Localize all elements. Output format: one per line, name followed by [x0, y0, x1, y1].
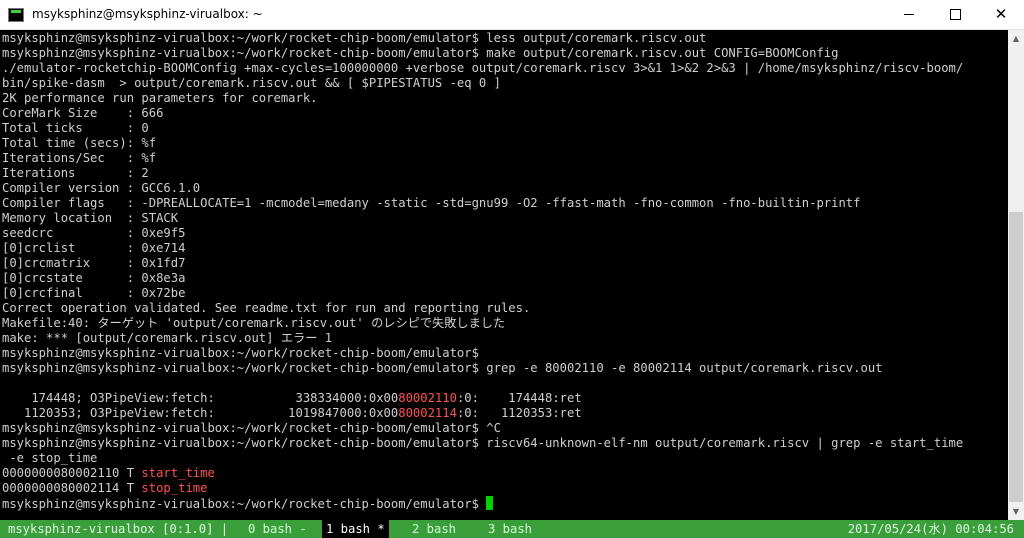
tmux-window-tab-3[interactable]: 3 bash — [484, 520, 536, 538]
tmux-window-tab-2[interactable]: 2 bash — [408, 520, 460, 538]
terminal-line: -e stop_time — [2, 451, 98, 465]
grep-match: 80002110 — [398, 391, 457, 405]
scroll-thumb[interactable] — [1009, 212, 1023, 502]
grep-match: 80002114 — [398, 406, 457, 420]
terminal-line: [0]crcfinal : 0x72be — [2, 286, 186, 300]
session-name: msyksphinz-virualbox [0:1.0] | — [8, 522, 229, 536]
grep-result-suffix: :0: 174448:ret — [456, 391, 582, 405]
tmux-window-tab-1[interactable]: 1 bash * — [322, 520, 389, 538]
terminal-line: msyksphinz@msyksphinz-virualbox:~/work/r… — [2, 361, 883, 375]
close-button[interactable]: ✕ — [978, 0, 1024, 29]
scroll-up-arrow-icon[interactable]: ▲ — [1008, 30, 1024, 47]
terminal-line: CoreMark Size : 666 — [2, 106, 164, 120]
terminal-line: make: *** [output/coremark.riscv.out] エラ… — [2, 331, 333, 345]
terminal-window: msyksphinz@msyksphinz-virualbox: ~ ✕ msy… — [0, 0, 1024, 538]
terminal-line: msyksphinz@msyksphinz-virualbox:~/work/r… — [2, 421, 501, 435]
terminal-line: bin/spike-dasm > output/coremark.riscv.o… — [2, 76, 501, 90]
terminal-line: Compiler flags : -DPREALLOCATE=1 -mcmode… — [2, 196, 861, 210]
grep-result-line: 1120353; O3PipeView:fetch: 1019847000:0x… — [2, 406, 582, 421]
title-bar[interactable]: msyksphinz@msyksphinz-virualbox: ~ ✕ — [0, 0, 1024, 30]
symbol-line: 0000000080002114 T stop_time — [2, 481, 207, 496]
symbol-name: start_time — [141, 466, 215, 480]
terminal-line: 2K performance run parameters for corema… — [2, 91, 318, 105]
terminal-line: Iterations/Sec : %f — [2, 151, 157, 165]
terminal-line: msyksphinz@msyksphinz-virualbox:~/work/r… — [2, 46, 839, 60]
close-icon: ✕ — [994, 5, 1008, 23]
terminal-line: [0]crcmatrix : 0x1fd7 — [2, 256, 186, 270]
terminal-line: msyksphinz@msyksphinz-virualbox:~/work/r… — [2, 436, 964, 450]
terminal-line: msyksphinz@msyksphinz-virualbox:~/work/r… — [2, 346, 479, 360]
terminal-line: [0]crclist : 0xe714 — [2, 241, 186, 255]
tmux-window-tab-0[interactable]: 0 bash - — [244, 520, 311, 538]
status-datetime: 2017/05/24(水) 00:04:56 — [847, 522, 1014, 536]
grep-result-line: 174448; O3PipeView:fetch: 338334000:0x00… — [2, 391, 582, 406]
minimize-button[interactable] — [886, 0, 932, 29]
terminal-line: Iterations : 2 — [2, 166, 149, 180]
prompt-text: msyksphinz@msyksphinz-virualbox:~/work/r… — [2, 497, 487, 511]
tmux-status-bar: msyksphinz-virualbox [0:1.0] | 0 bash - … — [0, 520, 1024, 538]
terminal-line: [0]crcstate : 0x8e3a — [2, 271, 186, 285]
terminal-line: Makefile:40: ターゲット 'output/coremark.risc… — [2, 316, 506, 330]
maximize-icon — [949, 9, 961, 20]
prompt-line[interactable]: msyksphinz@msyksphinz-virualbox:~/work/r… — [2, 496, 494, 511]
terminal-line: msyksphinz@msyksphinz-virualbox:~/work/r… — [2, 31, 707, 45]
terminal-app-icon — [8, 8, 24, 22]
scroll-down-arrow-icon[interactable]: ▼ — [1008, 503, 1024, 520]
terminal-line: Compiler version : GCC6.1.0 — [2, 181, 201, 195]
symbol-address: 0000000080002110 T — [2, 466, 142, 480]
symbol-line: 0000000080002110 T start_time — [2, 466, 215, 481]
grep-result-suffix: :0: 1120353:ret — [456, 406, 582, 420]
grep-result-prefix: 1120353; O3PipeView:fetch: 1019847000:0x… — [2, 406, 399, 420]
symbol-name: stop_time — [141, 481, 208, 495]
symbol-address: 0000000080002114 T — [2, 481, 142, 495]
grep-result-prefix: 174448; O3PipeView:fetch: 338334000:0x00 — [2, 391, 399, 405]
terminal-line: Total ticks : 0 — [2, 121, 149, 135]
terminal-line: Correct operation validated. See readme.… — [2, 301, 531, 315]
terminal-cursor — [486, 496, 494, 510]
window-title: msyksphinz@msyksphinz-virualbox: ~ — [32, 7, 263, 21]
terminal-line: Total time (secs): %f — [2, 136, 157, 150]
terminal-output[interactable]: msyksphinz@msyksphinz-virualbox:~/work/r… — [0, 30, 1008, 520]
terminal-line: Memory location : STACK — [2, 211, 179, 225]
terminal-line: seedcrc : 0xe9f5 — [2, 226, 186, 240]
maximize-button[interactable] — [932, 0, 978, 29]
minimize-icon — [904, 14, 914, 15]
vertical-scrollbar[interactable]: ▲ ▼ — [1008, 30, 1024, 520]
terminal-line: ./emulator-rocketchip-BOOMConfig +max-cy… — [2, 61, 964, 75]
